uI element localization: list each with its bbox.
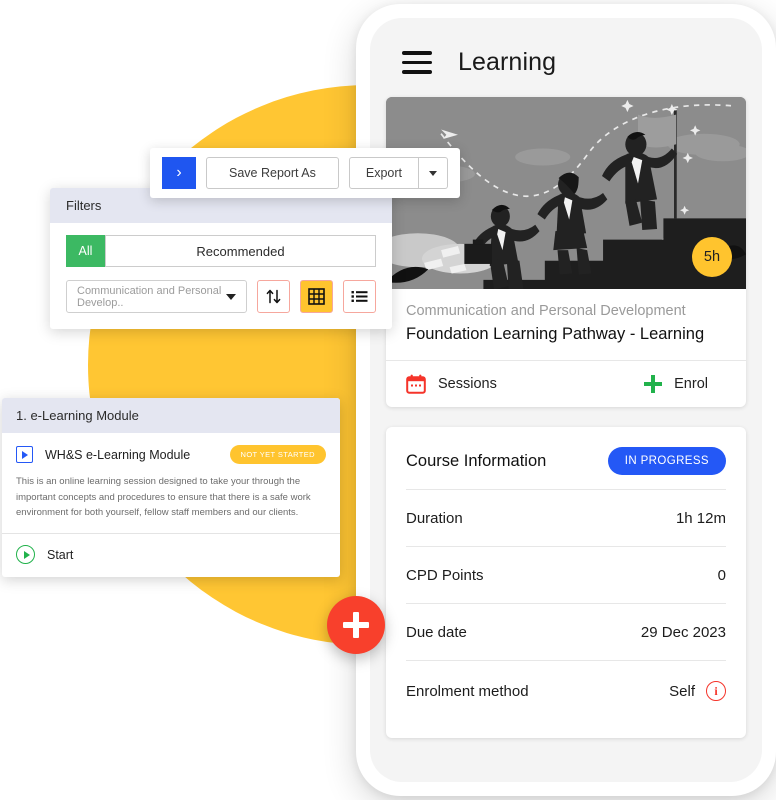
add-floating-action-button[interactable] bbox=[327, 596, 385, 654]
next-chevron-button[interactable]: › bbox=[162, 157, 196, 189]
info-row-enrolment-method: Enrolment method Self i bbox=[406, 660, 726, 720]
course-category: Communication and Personal Development bbox=[406, 303, 686, 319]
screenshot-root: Learning 5h Communication and Personal D… bbox=[0, 0, 776, 800]
app-bar: Learning bbox=[370, 18, 762, 97]
sort-icon bbox=[266, 289, 281, 304]
enrol-button[interactable]: Enrol bbox=[644, 375, 708, 393]
sort-button[interactable] bbox=[257, 280, 290, 313]
info-circle-icon[interactable]: i bbox=[706, 681, 726, 701]
grid-view-button[interactable] bbox=[300, 280, 333, 313]
module-description: This is an online learning session desig… bbox=[16, 476, 311, 519]
chevron-down-icon bbox=[226, 293, 236, 300]
info-label-due-date: Due date bbox=[406, 624, 467, 641]
info-row-duration: Duration 1h 12m bbox=[406, 489, 726, 546]
export-dropdown-toggle[interactable] bbox=[419, 157, 448, 189]
module-start-row[interactable]: Start bbox=[2, 533, 340, 577]
filters-controls-row: Communication and Personal Develop.. bbox=[66, 280, 376, 313]
play-circle-icon bbox=[16, 545, 35, 565]
elearning-module-card: 1. e-Learning Module WH&S e-Learning Mod… bbox=[2, 398, 340, 578]
filter-tab-all[interactable]: All bbox=[66, 235, 105, 267]
course-meta: Communication and Personal Development F… bbox=[386, 289, 746, 360]
filters-panel: Filters All Recommended Communication an… bbox=[50, 188, 392, 329]
sessions-button[interactable]: Sessions bbox=[406, 374, 497, 394]
filters-panel-body: All Recommended Communication and Person… bbox=[50, 223, 392, 329]
play-square-icon bbox=[16, 446, 33, 463]
course-title: Foundation Learning Pathway - Learning bbox=[406, 325, 705, 343]
course-information-header: Course Information IN PROGRESS bbox=[406, 427, 726, 489]
phone-screen: Learning 5h Communication and Personal D… bbox=[370, 18, 762, 782]
course-actions: Sessions Enrol bbox=[386, 360, 746, 407]
category-select[interactable]: Communication and Personal Develop.. bbox=[66, 280, 247, 313]
report-toolbar: › Save Report As Export bbox=[150, 148, 460, 198]
hamburger-menu-icon[interactable] bbox=[402, 51, 432, 74]
info-value-due-date: 29 Dec 2023 bbox=[640, 624, 726, 641]
info-value-enrolment-method: Self bbox=[669, 682, 695, 700]
course-information-card: Course Information IN PROGRESS Duration … bbox=[386, 427, 746, 738]
module-title-row: WH&S e-Learning Module NOT YET STARTED bbox=[2, 433, 340, 474]
module-start-label: Start bbox=[47, 547, 74, 562]
info-label-cpd-points: CPD Points bbox=[406, 567, 484, 584]
enrol-label: Enrol bbox=[674, 376, 708, 392]
plus-icon bbox=[644, 375, 663, 393]
export-split-button: Export bbox=[348, 157, 448, 189]
list-view-button[interactable] bbox=[343, 280, 376, 313]
phone-device-frame: Learning 5h Communication and Personal D… bbox=[356, 4, 776, 796]
info-row-cpd-points: CPD Points 0 bbox=[406, 546, 726, 603]
duration-badge: 5h bbox=[692, 237, 732, 277]
info-value-duration: 1h 12m bbox=[675, 510, 726, 527]
filter-tab-recommended[interactable]: Recommended bbox=[105, 235, 376, 267]
module-status-badge: NOT YET STARTED bbox=[229, 445, 326, 464]
filter-segmented-control: All Recommended bbox=[66, 235, 376, 267]
sessions-label: Sessions bbox=[438, 376, 497, 392]
grid-view-icon bbox=[308, 288, 325, 305]
list-view-icon bbox=[351, 291, 368, 302]
page-title: Learning bbox=[458, 48, 557, 76]
info-label-enrolment-method: Enrolment method bbox=[406, 682, 529, 700]
caret-down-icon bbox=[429, 170, 437, 176]
calendar-icon bbox=[406, 374, 426, 394]
status-badge: IN PROGRESS bbox=[607, 447, 726, 475]
module-card-header: 1. e-Learning Module bbox=[2, 398, 340, 433]
info-label-duration: Duration bbox=[406, 510, 463, 527]
module-name: WH&S e-Learning Module bbox=[45, 447, 191, 462]
save-report-as-button[interactable]: Save Report As bbox=[206, 157, 339, 189]
info-row-due-date: Due date 29 Dec 2023 bbox=[406, 603, 726, 660]
export-button[interactable]: Export bbox=[348, 157, 419, 189]
category-select-value: Communication and Personal Develop.. bbox=[77, 284, 222, 309]
course-information-title: Course Information bbox=[406, 451, 547, 470]
info-value-cpd-points: 0 bbox=[717, 567, 726, 584]
course-card: 5h Communication and Personal Developmen… bbox=[386, 97, 746, 407]
